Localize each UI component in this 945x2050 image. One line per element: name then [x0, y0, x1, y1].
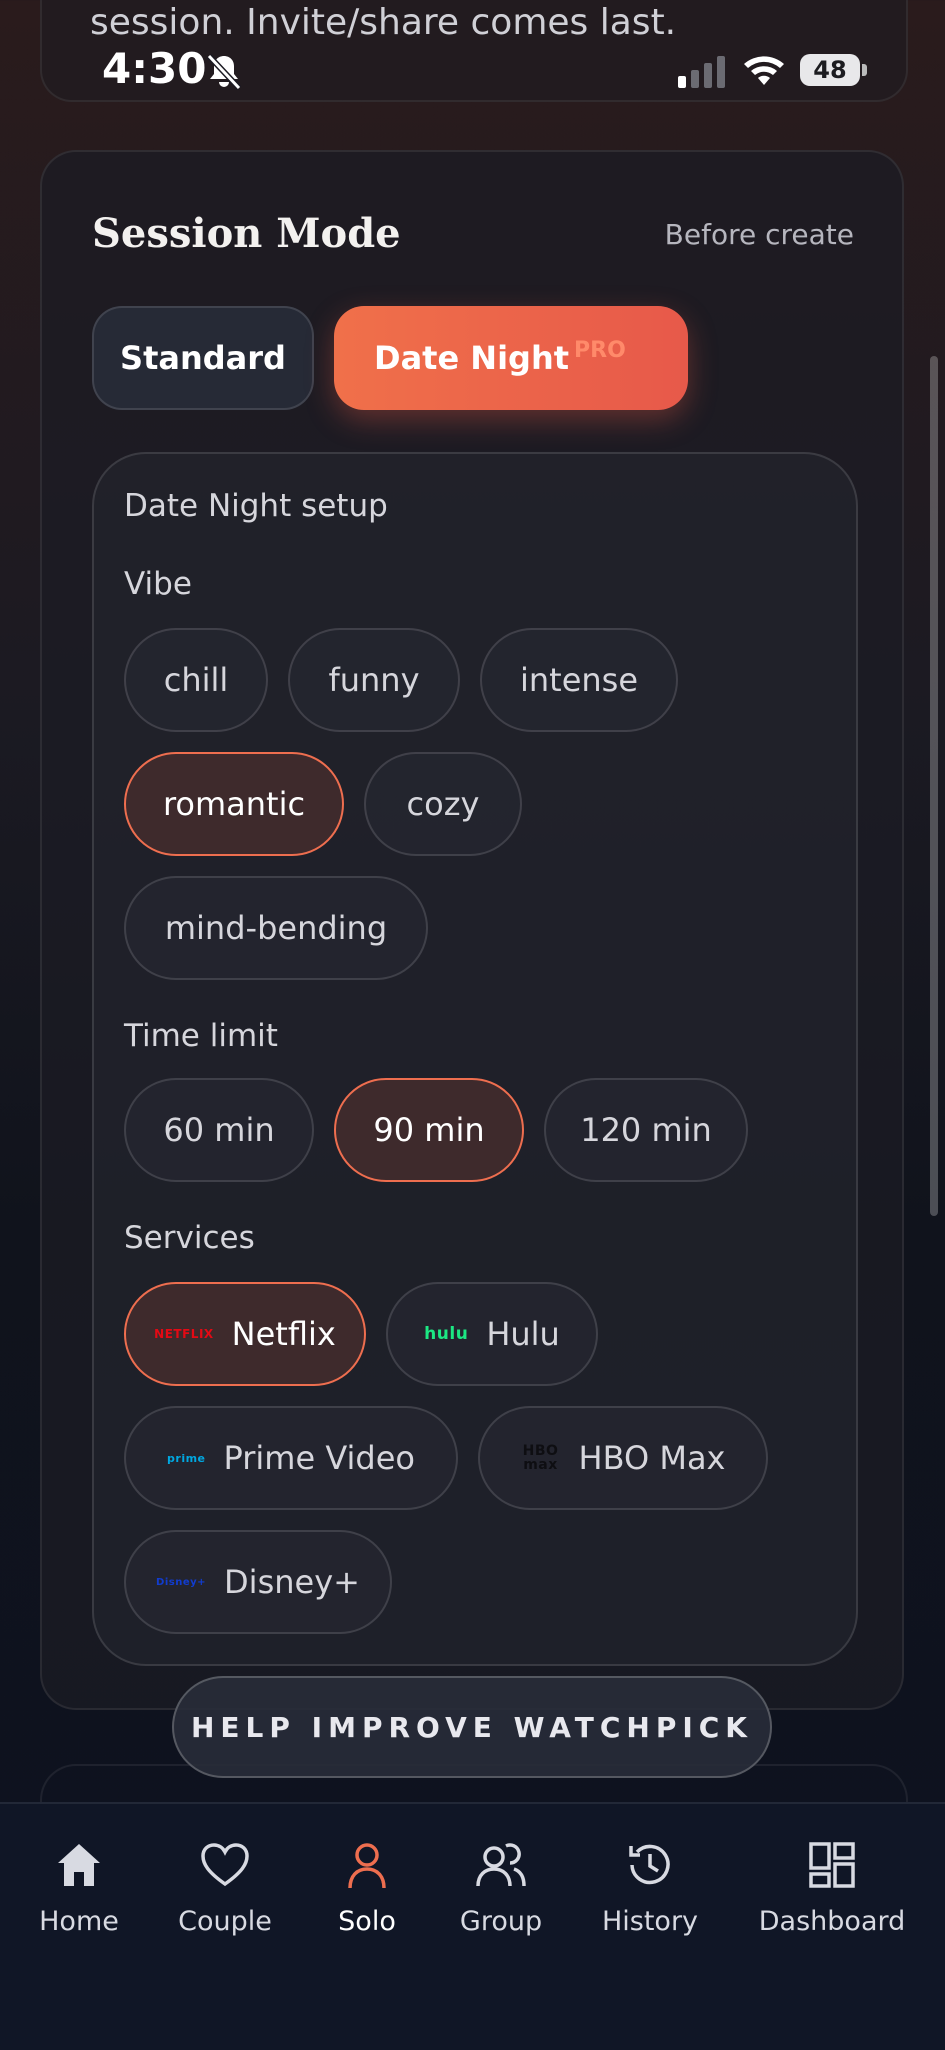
- tab-label: Dashboard: [758, 1906, 906, 1937]
- chip-label: romantic: [162, 785, 306, 823]
- pro-badge: PRO: [574, 338, 626, 363]
- chip-label: Hulu: [486, 1315, 560, 1353]
- vibe-chip-chill[interactable]: chill: [124, 628, 268, 732]
- session-mode-card: Session Mode Before create Standard Date…: [40, 150, 904, 1710]
- tab-dashboard[interactable]: Dashboard: [758, 1838, 906, 1937]
- scrollbar[interactable]: [930, 356, 938, 1216]
- netflix-logo-icon: NETFLIX: [154, 1327, 214, 1341]
- tab-label: Solo: [338, 1906, 396, 1937]
- mode-standard-label: Standard: [120, 339, 286, 377]
- vibe-chip-cozy[interactable]: cozy: [364, 752, 522, 856]
- hulu-logo-icon: hulu: [424, 1324, 469, 1344]
- chip-label: mind-bending: [164, 909, 388, 947]
- chip-label: HBO Max: [578, 1439, 726, 1477]
- disney-logo-icon: Disney+: [156, 1576, 207, 1588]
- bottom-tab-bar: Home Couple Solo Group History Dashboard: [0, 1802, 945, 2050]
- time-chip-120[interactable]: 120 min: [544, 1078, 748, 1182]
- services-label: Services: [124, 1220, 255, 1256]
- vibe-chip-mind-bending[interactable]: mind-bending: [124, 876, 428, 980]
- mode-date-night-button[interactable]: Date Night PRO: [334, 306, 688, 410]
- wifi-icon: [744, 56, 784, 85]
- tab-label: Couple: [178, 1906, 272, 1937]
- tab-label: Group: [459, 1906, 543, 1937]
- tab-solo[interactable]: Solo: [318, 1838, 416, 1937]
- bell-muted-icon: [206, 53, 242, 91]
- section-subtitle: Before create: [664, 218, 854, 251]
- battery-nub: [862, 64, 867, 76]
- service-chip-hulu[interactable]: hulu Hulu: [386, 1282, 598, 1386]
- service-chip-disney-plus[interactable]: Disney+ Disney+: [124, 1530, 392, 1634]
- prime-logo-icon: prime: [167, 1451, 206, 1465]
- vibe-chip-funny[interactable]: funny: [288, 628, 460, 732]
- section-title: Session Mode: [92, 210, 401, 257]
- history-icon: [629, 1844, 670, 1885]
- status-time: 4:30: [102, 44, 207, 93]
- tab-history[interactable]: History: [601, 1838, 699, 1937]
- chip-label: intense: [519, 661, 639, 699]
- vibe-chip-intense[interactable]: intense: [480, 628, 678, 732]
- status-bar: 4:30 48: [0, 0, 945, 140]
- chip-label: 120 min: [580, 1111, 712, 1149]
- time-chip-90[interactable]: 90 min: [334, 1078, 524, 1182]
- service-chip-hbo-max[interactable]: HBO max HBO Max: [478, 1406, 768, 1510]
- signal-icon: [678, 56, 725, 88]
- mode-date-night-label: Date Night: [374, 339, 570, 377]
- chip-label: cozy: [406, 785, 480, 823]
- dashboard-icon: [809, 1842, 855, 1888]
- mode-standard-button[interactable]: Standard: [92, 306, 314, 410]
- hbo-max-logo-icon: HBO max: [522, 1443, 559, 1473]
- battery-indicator: 48: [800, 54, 860, 86]
- tab-group[interactable]: Group: [452, 1838, 550, 1937]
- group-icon: [476, 1843, 526, 1887]
- tab-couple[interactable]: Couple: [176, 1838, 274, 1937]
- service-chip-prime-video[interactable]: prime Prime Video: [124, 1406, 458, 1510]
- person-icon: [348, 1843, 386, 1889]
- heart-icon: [201, 1843, 249, 1887]
- date-night-setup-panel: Date Night setup Vibe chill funny intens…: [92, 452, 858, 1666]
- vibe-chip-romantic[interactable]: romantic: [124, 752, 344, 856]
- time-chip-60[interactable]: 60 min: [124, 1078, 314, 1182]
- chip-label: funny: [328, 661, 420, 699]
- tab-label: Home: [39, 1906, 119, 1937]
- chip-label: Netflix: [231, 1315, 336, 1353]
- chip-label: 60 min: [163, 1111, 275, 1149]
- chip-label: 90 min: [373, 1111, 485, 1149]
- home-icon: [58, 1844, 100, 1886]
- help-improve-button[interactable]: HELP IMPROVE WATCHPICK: [172, 1676, 772, 1778]
- tab-home[interactable]: Home: [30, 1838, 128, 1937]
- time-limit-label: Time limit: [124, 1018, 278, 1054]
- chip-label: Prime Video: [223, 1439, 415, 1477]
- vibe-label: Vibe: [124, 566, 192, 602]
- service-chip-netflix[interactable]: NETFLIX Netflix: [124, 1282, 366, 1386]
- chip-label: Disney+: [224, 1563, 360, 1601]
- tab-label: History: [601, 1906, 699, 1937]
- chip-label: chill: [163, 661, 229, 699]
- setup-heading: Date Night setup: [124, 488, 388, 524]
